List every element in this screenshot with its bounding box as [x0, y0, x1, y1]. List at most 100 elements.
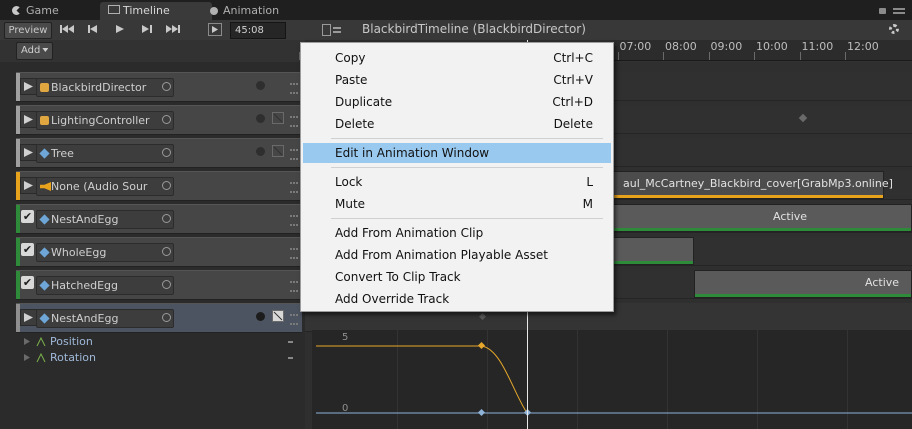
activation-clip-bar [613, 228, 911, 231]
menu-item-label: Copy [335, 51, 366, 65]
menu-item-edit-in-animation-window[interactable]: Edit in Animation Window [303, 143, 611, 163]
track-menu-icon[interactable] [290, 182, 298, 193]
object-picker-icon[interactable] [162, 247, 171, 256]
track-binding-label: HatchedEgg [51, 279, 119, 292]
track-expand-button[interactable] [20, 309, 37, 326]
record-icon[interactable] [256, 312, 265, 321]
track-menu-icon[interactable] [290, 215, 298, 226]
activation-clip-label: Active [865, 276, 900, 289]
menu-item-convert-to-clip-track[interactable]: Convert To Clip Track [303, 267, 611, 287]
gameobject-icon [39, 148, 50, 159]
object-picker-icon[interactable] [162, 181, 171, 190]
track-binding-field[interactable]: NestAndEgg [36, 210, 174, 229]
timeline-selector-icon[interactable] [322, 24, 344, 36]
activation-clip-nest[interactable]: Active [612, 204, 912, 232]
track-header-nest-and-egg[interactable]: ✔ NestAndEgg [16, 204, 302, 234]
menu-item-add-from-animation-playable-asset[interactable]: Add From Animation Playable Asset [303, 245, 611, 265]
tab-timeline[interactable]: Timeline [100, 2, 212, 20]
menu-separator [331, 138, 603, 139]
track-binding-field[interactable]: BlackbirdDirector [36, 78, 174, 97]
track-binding-field[interactable]: WholeEgg [36, 243, 174, 262]
object-picker-icon[interactable] [162, 115, 171, 124]
menu-item-duplicate[interactable]: Duplicate Ctrl+D [303, 92, 611, 112]
track-expand-button[interactable] [20, 177, 37, 194]
track-menu-icon[interactable] [290, 116, 298, 127]
go-to-start-icon[interactable] [60, 24, 74, 34]
track-binding-label: NestAndEgg [51, 312, 119, 325]
curve-editor[interactable]: 5 0 [312, 330, 912, 429]
track-enabled-checkbox[interactable]: ✔ [21, 243, 34, 256]
play-icon[interactable] [116, 24, 124, 34]
lock-icon[interactable] [879, 8, 886, 14]
object-picker-icon[interactable] [162, 313, 171, 322]
keyframe-marker-icon[interactable] [798, 113, 808, 123]
remove-property-icon[interactable] [288, 357, 293, 359]
remove-property-icon[interactable] [288, 341, 293, 343]
keyframe-marker-icon[interactable] [478, 312, 487, 321]
ruler-label: 11:00 [801, 40, 834, 53]
track-menu-icon[interactable] [290, 281, 298, 292]
track-menu-icon[interactable] [290, 149, 298, 160]
track-menu-icon[interactable] [290, 83, 298, 94]
track-binding-field[interactable]: None (Audio Sour [36, 177, 174, 196]
track-header-audio[interactable]: None (Audio Sour [16, 171, 302, 201]
menu-item-lock[interactable]: Lock L [303, 172, 611, 192]
record-icon[interactable] [256, 114, 265, 123]
track-enabled-checkbox[interactable]: ✔ [21, 276, 34, 289]
audio-clip-bar [613, 195, 883, 198]
track-binding-field[interactable]: LightingController [36, 111, 174, 130]
track-header-lighting-controller[interactable]: LightingController [16, 105, 302, 135]
menu-item-add-override-track[interactable]: Add Override Track [303, 289, 611, 309]
object-picker-icon[interactable] [162, 82, 171, 91]
menu-item-mute[interactable]: Mute M [303, 194, 611, 214]
animation-curve-graph[interactable] [312, 330, 912, 429]
menu-item-delete[interactable]: Delete Delete [303, 114, 611, 134]
object-picker-icon[interactable] [162, 280, 171, 289]
object-picker-icon[interactable] [162, 214, 171, 223]
menu-item-label: Duplicate [335, 95, 393, 109]
track-menu-icon[interactable] [290, 248, 298, 259]
track-enabled-checkbox[interactable]: ✔ [21, 210, 34, 223]
next-frame-icon[interactable] [142, 24, 152, 34]
previous-frame-icon[interactable] [88, 24, 98, 34]
dropdown-arrow-icon [42, 48, 49, 52]
track-binding-field[interactable]: HatchedEgg [36, 276, 174, 295]
track-header-whole-egg[interactable]: ✔ WholeEgg [16, 237, 302, 267]
track-header-nest-and-egg-anim[interactable]: NestAndEgg [16, 303, 302, 333]
track-expand-button[interactable] [20, 111, 37, 128]
preview-button[interactable]: Preview [4, 22, 52, 39]
record-icon[interactable] [256, 81, 265, 90]
activation-clip-whole-egg[interactable] [612, 237, 694, 265]
curves-toggle-icon[interactable] [272, 145, 284, 157]
frame-field[interactable]: 45:08 [230, 22, 286, 39]
tab-game-label: Game [26, 4, 59, 17]
track-menu-icon[interactable] [290, 314, 298, 325]
track-expand-button[interactable] [20, 144, 37, 161]
audio-clip[interactable]: aul_McCartney_Blackbird_cover[GrabMp3.on… [612, 171, 893, 199]
object-picker-icon[interactable] [162, 148, 171, 157]
menu-item-paste[interactable]: Paste Ctrl+V [303, 70, 611, 90]
curves-toggle-icon[interactable] [272, 112, 284, 124]
ruler-label: 12:00 [847, 40, 879, 53]
track-binding-field[interactable]: Tree [36, 144, 174, 163]
track-expand-button[interactable] [20, 78, 37, 95]
play-range-icon[interactable] [208, 23, 222, 36]
add-track-button[interactable]: Add [16, 42, 54, 60]
menu-item-shortcut: Ctrl+D [552, 95, 593, 109]
activation-clip-bar [613, 261, 693, 264]
tab-animation[interactable]: Animation [202, 2, 287, 20]
go-to-end-icon[interactable] [166, 24, 180, 34]
track-header-tree[interactable]: Tree [16, 138, 302, 168]
track-header-hatched-egg[interactable]: ✔ HatchedEgg [16, 270, 302, 300]
window-menu-icon[interactable] [893, 8, 905, 14]
menu-item-copy[interactable]: Copy Ctrl+C [303, 48, 611, 68]
activation-clip-hatched-egg[interactable]: Active [694, 270, 912, 298]
track-header-blackbird-director[interactable]: BlackbirdDirector [16, 72, 302, 102]
menu-item-add-from-animation-clip[interactable]: Add From Animation Clip [303, 223, 611, 243]
record-icon[interactable] [256, 147, 265, 156]
settings-gear-icon[interactable] [889, 24, 899, 34]
curves-toggle-icon[interactable] [272, 310, 284, 322]
track-binding-field[interactable]: NestAndEgg [36, 309, 174, 328]
tab-game[interactable]: Game [4, 2, 67, 20]
curve-property-label: Position [50, 335, 93, 348]
